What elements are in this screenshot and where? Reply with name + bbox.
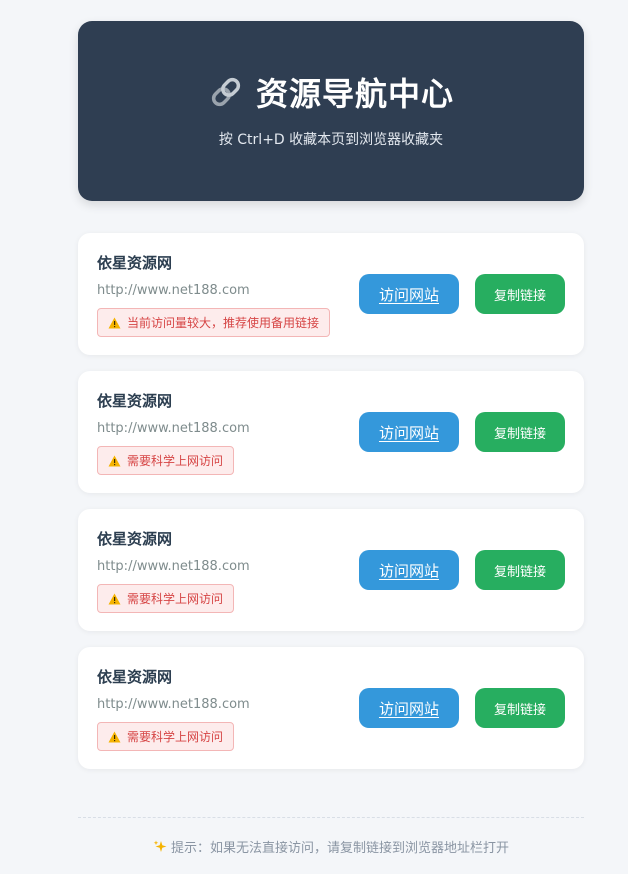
warning-text: 当前访问量较大，推荐使用备用链接 bbox=[127, 316, 320, 330]
site-name: 依星资源网 bbox=[97, 530, 173, 548]
copy-link-button[interactable]: 复制链接 bbox=[475, 274, 565, 314]
site-card: 依星资源网 http://www.net188.com 当前访问量较大，推荐使用… bbox=[78, 233, 584, 355]
sparkles-icon bbox=[153, 840, 167, 852]
warning-badge: 需要科学上网访问 bbox=[97, 722, 235, 751]
site-actions: 访问网站 复制链接 bbox=[359, 412, 565, 452]
copy-link-button[interactable]: 复制链接 bbox=[475, 550, 565, 590]
footer-tip: 提示：如果无法直接访问，请复制链接到浏览器地址栏打开 bbox=[78, 817, 584, 856]
warning-badge: 需要科学上网访问 bbox=[97, 584, 235, 613]
visit-site-button[interactable]: 访问网站 bbox=[359, 688, 459, 728]
warning-text: 需要科学上网访问 bbox=[127, 592, 224, 606]
link-icon bbox=[211, 77, 241, 107]
site-info: 依星资源网 http://www.net188.com 需要科学上网访问 bbox=[97, 390, 250, 475]
site-list: 依星资源网 http://www.net188.com 当前访问量较大，推荐使用… bbox=[78, 233, 584, 769]
site-url: http://www.net188.com bbox=[97, 283, 250, 298]
page-title-text: 资源导航中心 bbox=[255, 75, 454, 113]
site-url: http://www.net188.com bbox=[97, 421, 250, 436]
warning-text: 需要科学上网访问 bbox=[127, 454, 224, 468]
copy-link-button[interactable]: 复制链接 bbox=[475, 412, 565, 452]
site-card: 依星资源网 http://www.net188.com 需要科学上网访问 访问网… bbox=[78, 371, 584, 493]
header-banner: 资源导航中心 按 Ctrl+D 收藏本页到浏览器收藏夹 bbox=[78, 21, 584, 201]
site-info: 依星资源网 http://www.net188.com 需要科学上网访问 bbox=[97, 528, 250, 613]
site-actions: 访问网站 复制链接 bbox=[359, 550, 565, 590]
visit-site-button[interactable]: 访问网站 bbox=[359, 412, 459, 452]
site-actions: 访问网站 复制链接 bbox=[359, 688, 565, 728]
warning-badge: 当前访问量较大，推荐使用备用链接 bbox=[97, 308, 331, 337]
footer-tip-text: 提示：如果无法直接访问，请复制链接到浏览器地址栏打开 bbox=[170, 841, 509, 856]
site-url: http://www.net188.com bbox=[97, 559, 250, 574]
warning-text: 需要科学上网访问 bbox=[127, 730, 224, 744]
page-container: 资源导航中心 按 Ctrl+D 收藏本页到浏览器收藏夹 依星资源网 http:/… bbox=[78, 21, 584, 785]
site-url: http://www.net188.com bbox=[97, 697, 250, 712]
page-title: 资源导航中心 bbox=[208, 69, 454, 115]
visit-site-button[interactable]: 访问网站 bbox=[359, 550, 459, 590]
warning-icon bbox=[108, 455, 121, 466]
warning-icon bbox=[108, 593, 121, 604]
warning-badge: 需要科学上网访问 bbox=[97, 446, 235, 475]
site-card: 依星资源网 http://www.net188.com 需要科学上网访问 访问网… bbox=[78, 647, 584, 769]
page-subtitle: 按 Ctrl+D 收藏本页到浏览器收藏夹 bbox=[218, 132, 444, 148]
visit-site-button[interactable]: 访问网站 bbox=[359, 274, 459, 314]
site-name: 依星资源网 bbox=[97, 668, 173, 686]
site-name: 依星资源网 bbox=[97, 392, 173, 410]
site-name: 依星资源网 bbox=[97, 254, 173, 272]
site-info: 依星资源网 http://www.net188.com 需要科学上网访问 bbox=[97, 666, 250, 751]
site-info: 依星资源网 http://www.net188.com 当前访问量较大，推荐使用… bbox=[97, 252, 331, 337]
warning-icon bbox=[108, 731, 121, 742]
site-card: 依星资源网 http://www.net188.com 需要科学上网访问 访问网… bbox=[78, 509, 584, 631]
warning-icon bbox=[108, 317, 121, 328]
site-actions: 访问网站 复制链接 bbox=[359, 274, 565, 314]
copy-link-button[interactable]: 复制链接 bbox=[475, 688, 565, 728]
